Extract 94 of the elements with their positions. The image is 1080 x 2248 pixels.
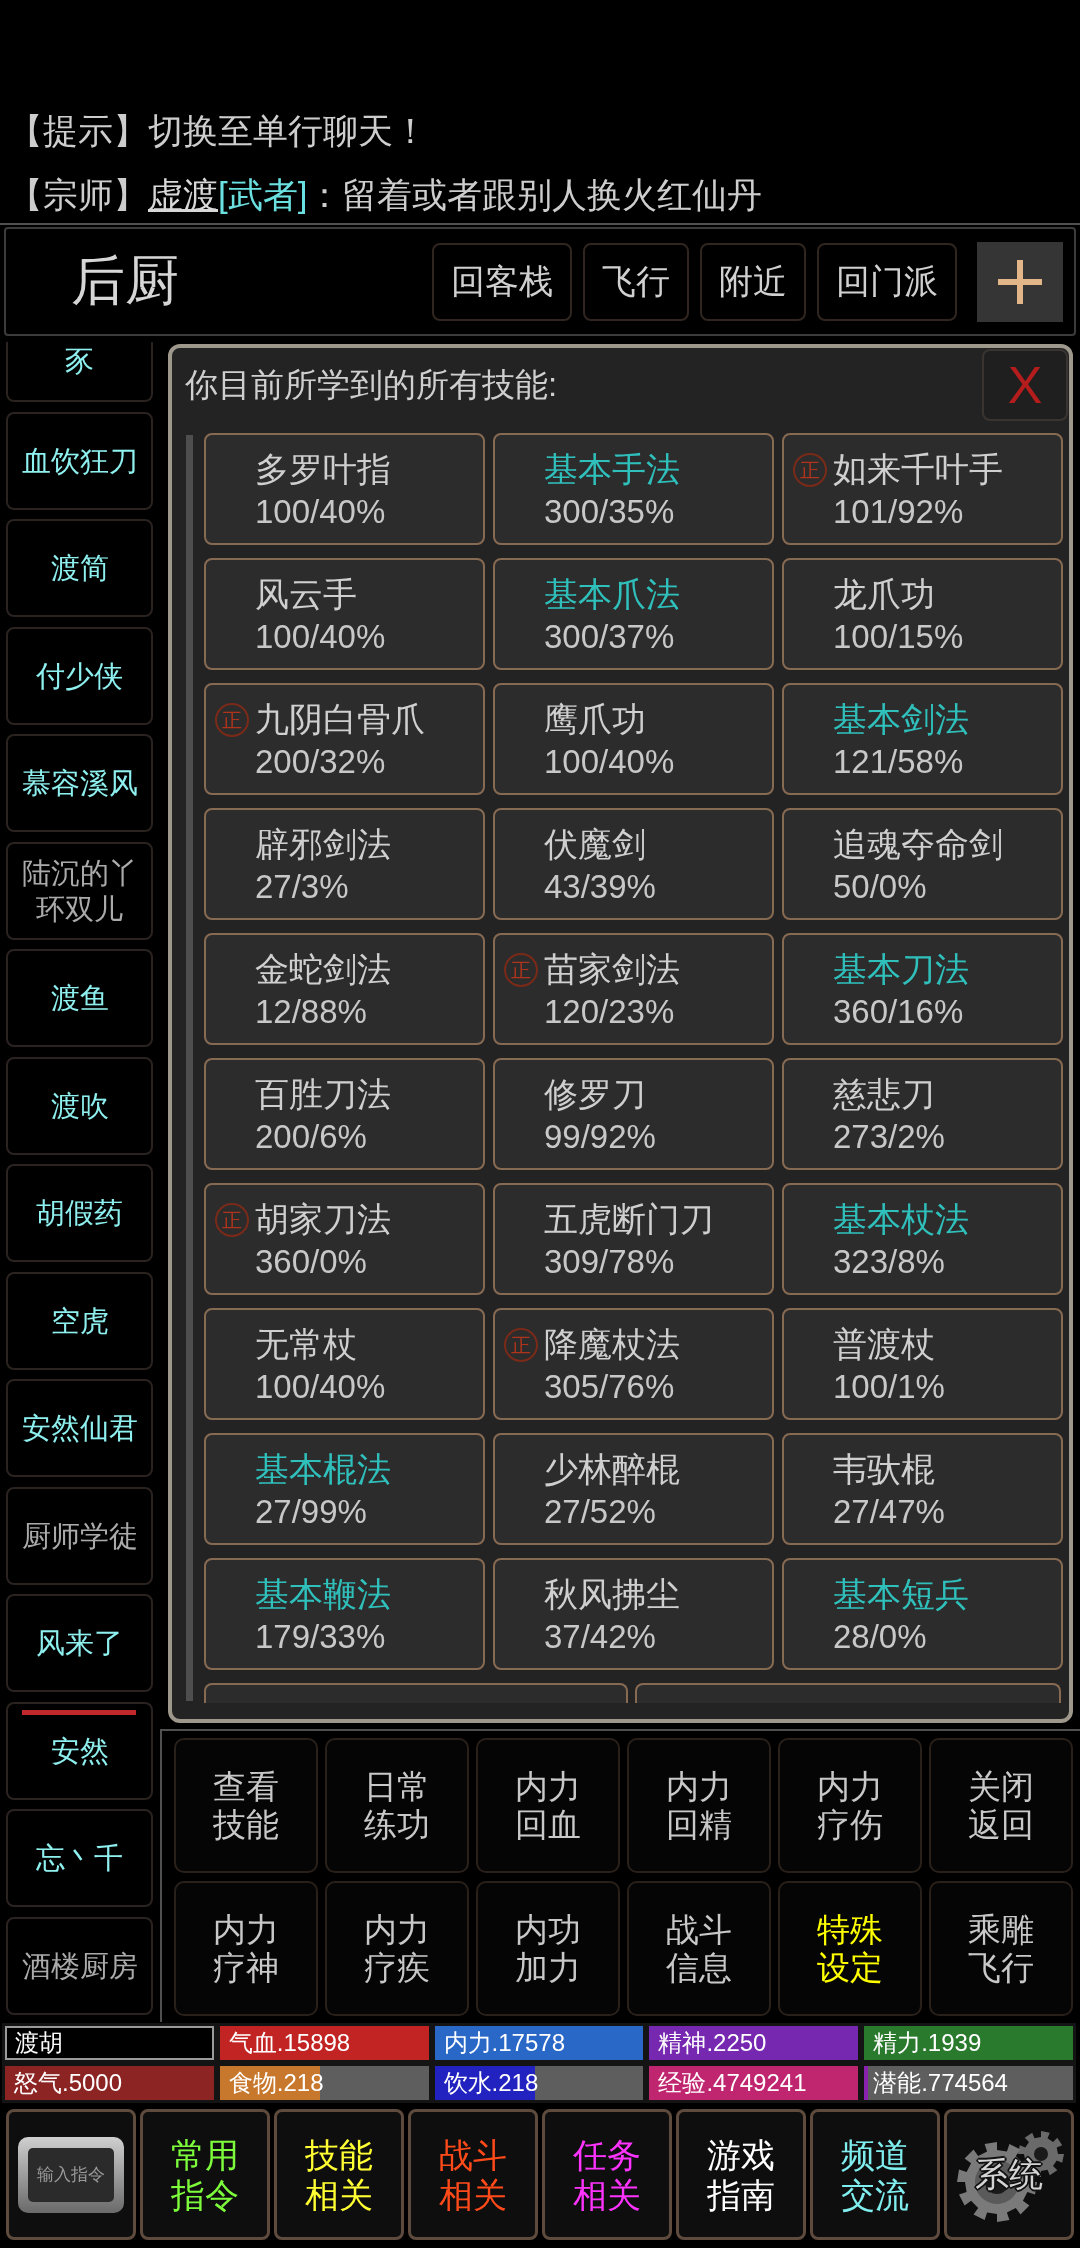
panel-title: 你目前所学到的所有技能:	[185, 365, 558, 405]
location-title: 后厨	[71, 249, 179, 312]
stat-label: 气血.15898	[227, 2028, 351, 2058]
skill-card[interactable]: 慈悲刀 273/2%	[782, 1058, 1063, 1170]
action-button[interactable]: 特殊设定	[778, 1881, 922, 2016]
skill-card[interactable]: 基本剑法 121/58%	[782, 683, 1063, 795]
skill-card[interactable]: 基本杖法 323/8%	[782, 1183, 1063, 1295]
skill-card[interactable]: 正 九阴白骨爪 200/32%	[204, 683, 485, 795]
action-button[interactable]: 内力疗伤	[778, 1738, 922, 1873]
stat-label: 精力.1939	[872, 2028, 982, 2058]
menu-button[interactable]: 游戏指南	[676, 2109, 806, 2240]
skill-card[interactable]: 正 胡家刀法 360/0%	[204, 1183, 485, 1295]
skill-card[interactable]: 基本棍法 27/99%	[204, 1433, 485, 1545]
player-list-item[interactable]: 陆沉的丫环双儿	[6, 841, 153, 940]
input-command-button[interactable]: 输入指令	[6, 2109, 136, 2240]
travel-button[interactable]: 飞行	[583, 242, 689, 321]
skill-card[interactable]: 修罗刀 99/92%	[493, 1058, 774, 1170]
skill-card[interactable]: 基本手法 300/35%	[493, 433, 774, 545]
stat-label: 饮水.218	[442, 2068, 539, 2098]
skill-card[interactable]: 伏魔剑 43/39%	[493, 808, 774, 920]
skill-card[interactable]	[204, 1683, 628, 1703]
travel-button[interactable]: 回门派	[817, 242, 957, 321]
skill-card[interactable]: 普渡杖 100/1%	[782, 1308, 1063, 1420]
action-button[interactable]: 内功加力	[476, 1881, 620, 2016]
player-list-item[interactable]: 风来了	[6, 1594, 153, 1692]
action-button[interactable]: 内力回精	[627, 1738, 771, 1873]
skill-card[interactable]: 龙爪功 100/15%	[782, 558, 1063, 670]
action-button[interactable]: 内力疗疾	[325, 1881, 469, 2016]
menu-button[interactable]: 任务相关	[542, 2109, 672, 2240]
player-list-item[interactable]: 血饮狂刀	[6, 411, 153, 510]
skill-card[interactable]: 五虎断门刀 309/78%	[493, 1183, 774, 1295]
circled-badge: 正	[215, 1203, 249, 1237]
menu-button[interactable]: 常用指令	[140, 2109, 270, 2240]
player-list-item[interactable]: 忘丶千	[6, 1809, 153, 1907]
skill-card[interactable]: 多罗叶指 100/40%	[204, 433, 485, 545]
action-button[interactable]: 战斗信息	[627, 1881, 771, 2016]
skill-card[interactable]: 基本鞭法 179/33%	[204, 1558, 485, 1670]
chat-message: 【宗师】虚渡[武者]：留着或者跟别人换火红仙丹	[8, 174, 764, 216]
player-name-link[interactable]: 虚渡	[148, 175, 218, 214]
action-button[interactable]: 日常练功	[325, 1738, 469, 1873]
circled-badge: 正	[504, 953, 538, 987]
system-message: 【提示】切换至单行聊天！	[8, 110, 429, 152]
system-button[interactable]: 系统	[944, 2109, 1074, 2240]
travel-button[interactable]: 附近	[700, 242, 806, 321]
add-button[interactable]	[977, 241, 1063, 322]
skill-card[interactable]: 基本爪法 300/37%	[493, 558, 774, 670]
stat-label: 精神.2250	[657, 2028, 767, 2058]
skill-card[interactable]: 百胜刀法 200/6%	[204, 1058, 485, 1170]
plus-icon	[998, 259, 1042, 304]
menu-button[interactable]: 战斗相关	[408, 2109, 538, 2240]
player-list-item[interactable]: 厨师学徒	[6, 1486, 153, 1585]
skill-card[interactable]	[635, 1683, 1061, 1703]
skill-card[interactable]: 风云手 100/40%	[204, 558, 485, 670]
skill-card[interactable]: 正 如来千叶手 101/92%	[782, 433, 1063, 545]
circled-badge: 正	[793, 453, 827, 487]
action-button[interactable]: 查看技能	[174, 1738, 318, 1873]
skill-card[interactable]: 鹰爪功 100/40%	[493, 683, 774, 795]
player-list-item[interactable]: 空虎	[6, 1271, 153, 1370]
action-button[interactable]: 关闭返回	[929, 1738, 1073, 1873]
stat-label: 怒气.5000	[13, 2068, 123, 2098]
player-list-item[interactable]: 酒楼厨房	[6, 1916, 153, 2015]
skill-card[interactable]: 无常杖 100/40%	[204, 1308, 485, 1420]
stat-label: 潜能.774564	[872, 2068, 1008, 2098]
skill-card[interactable]: 少林醉棍 27/52%	[493, 1433, 774, 1545]
player-list-item[interactable]: 渡吹	[6, 1056, 153, 1155]
skill-card[interactable]: 秋风拂尘 37/42%	[493, 1558, 774, 1670]
circled-badge: 正	[215, 703, 249, 737]
action-button[interactable]: 内力回血	[476, 1738, 620, 1873]
stat-label: 经验.4749241	[657, 2068, 807, 2098]
action-button[interactable]: 内力疗神	[174, 1881, 318, 2016]
skill-card[interactable]: 追魂夺命剑 50/0%	[782, 808, 1063, 920]
player-list-item[interactable]: 渡鱼	[6, 949, 153, 1047]
skill-card[interactable]: 正 苗家剑法 120/23%	[493, 933, 774, 1045]
player-list-item[interactable]: 渡简	[6, 519, 153, 617]
stat-label: 食物.218	[227, 2068, 324, 2098]
menu-button[interactable]: 频道交流	[810, 2109, 940, 2240]
skill-card[interactable]: 基本短兵 28/0%	[782, 1558, 1063, 1670]
player-list-item[interactable]: 付少侠	[6, 626, 153, 725]
character-name: 渡胡	[2, 2023, 217, 2063]
player-list-item[interactable]: 豕	[6, 342, 153, 402]
skill-card[interactable]: 辟邪剑法 27/3%	[204, 808, 485, 920]
skill-card[interactable]: 正 降魔杖法 305/76%	[493, 1308, 774, 1420]
skill-card[interactable]: 韦驮棍 27/47%	[782, 1433, 1063, 1545]
action-button[interactable]: 乘雕飞行	[929, 1881, 1073, 2016]
skill-card[interactable]: 基本刀法 360/16%	[782, 933, 1063, 1045]
skill-card[interactable]: 金蛇剑法 12/88%	[204, 933, 485, 1045]
player-list-item[interactable]: 安然	[6, 1701, 153, 1800]
menu-button[interactable]: 技能相关	[274, 2109, 404, 2240]
player-list-item[interactable]: 慕容溪风	[6, 734, 153, 832]
stat-label: 内力.17578	[442, 2028, 565, 2058]
circled-badge: 正	[504, 1328, 538, 1362]
travel-button[interactable]: 回客栈	[432, 242, 572, 321]
player-list-item[interactable]: 胡假药	[6, 1164, 153, 1262]
player-list-item[interactable]: 安然仙君	[6, 1379, 153, 1477]
